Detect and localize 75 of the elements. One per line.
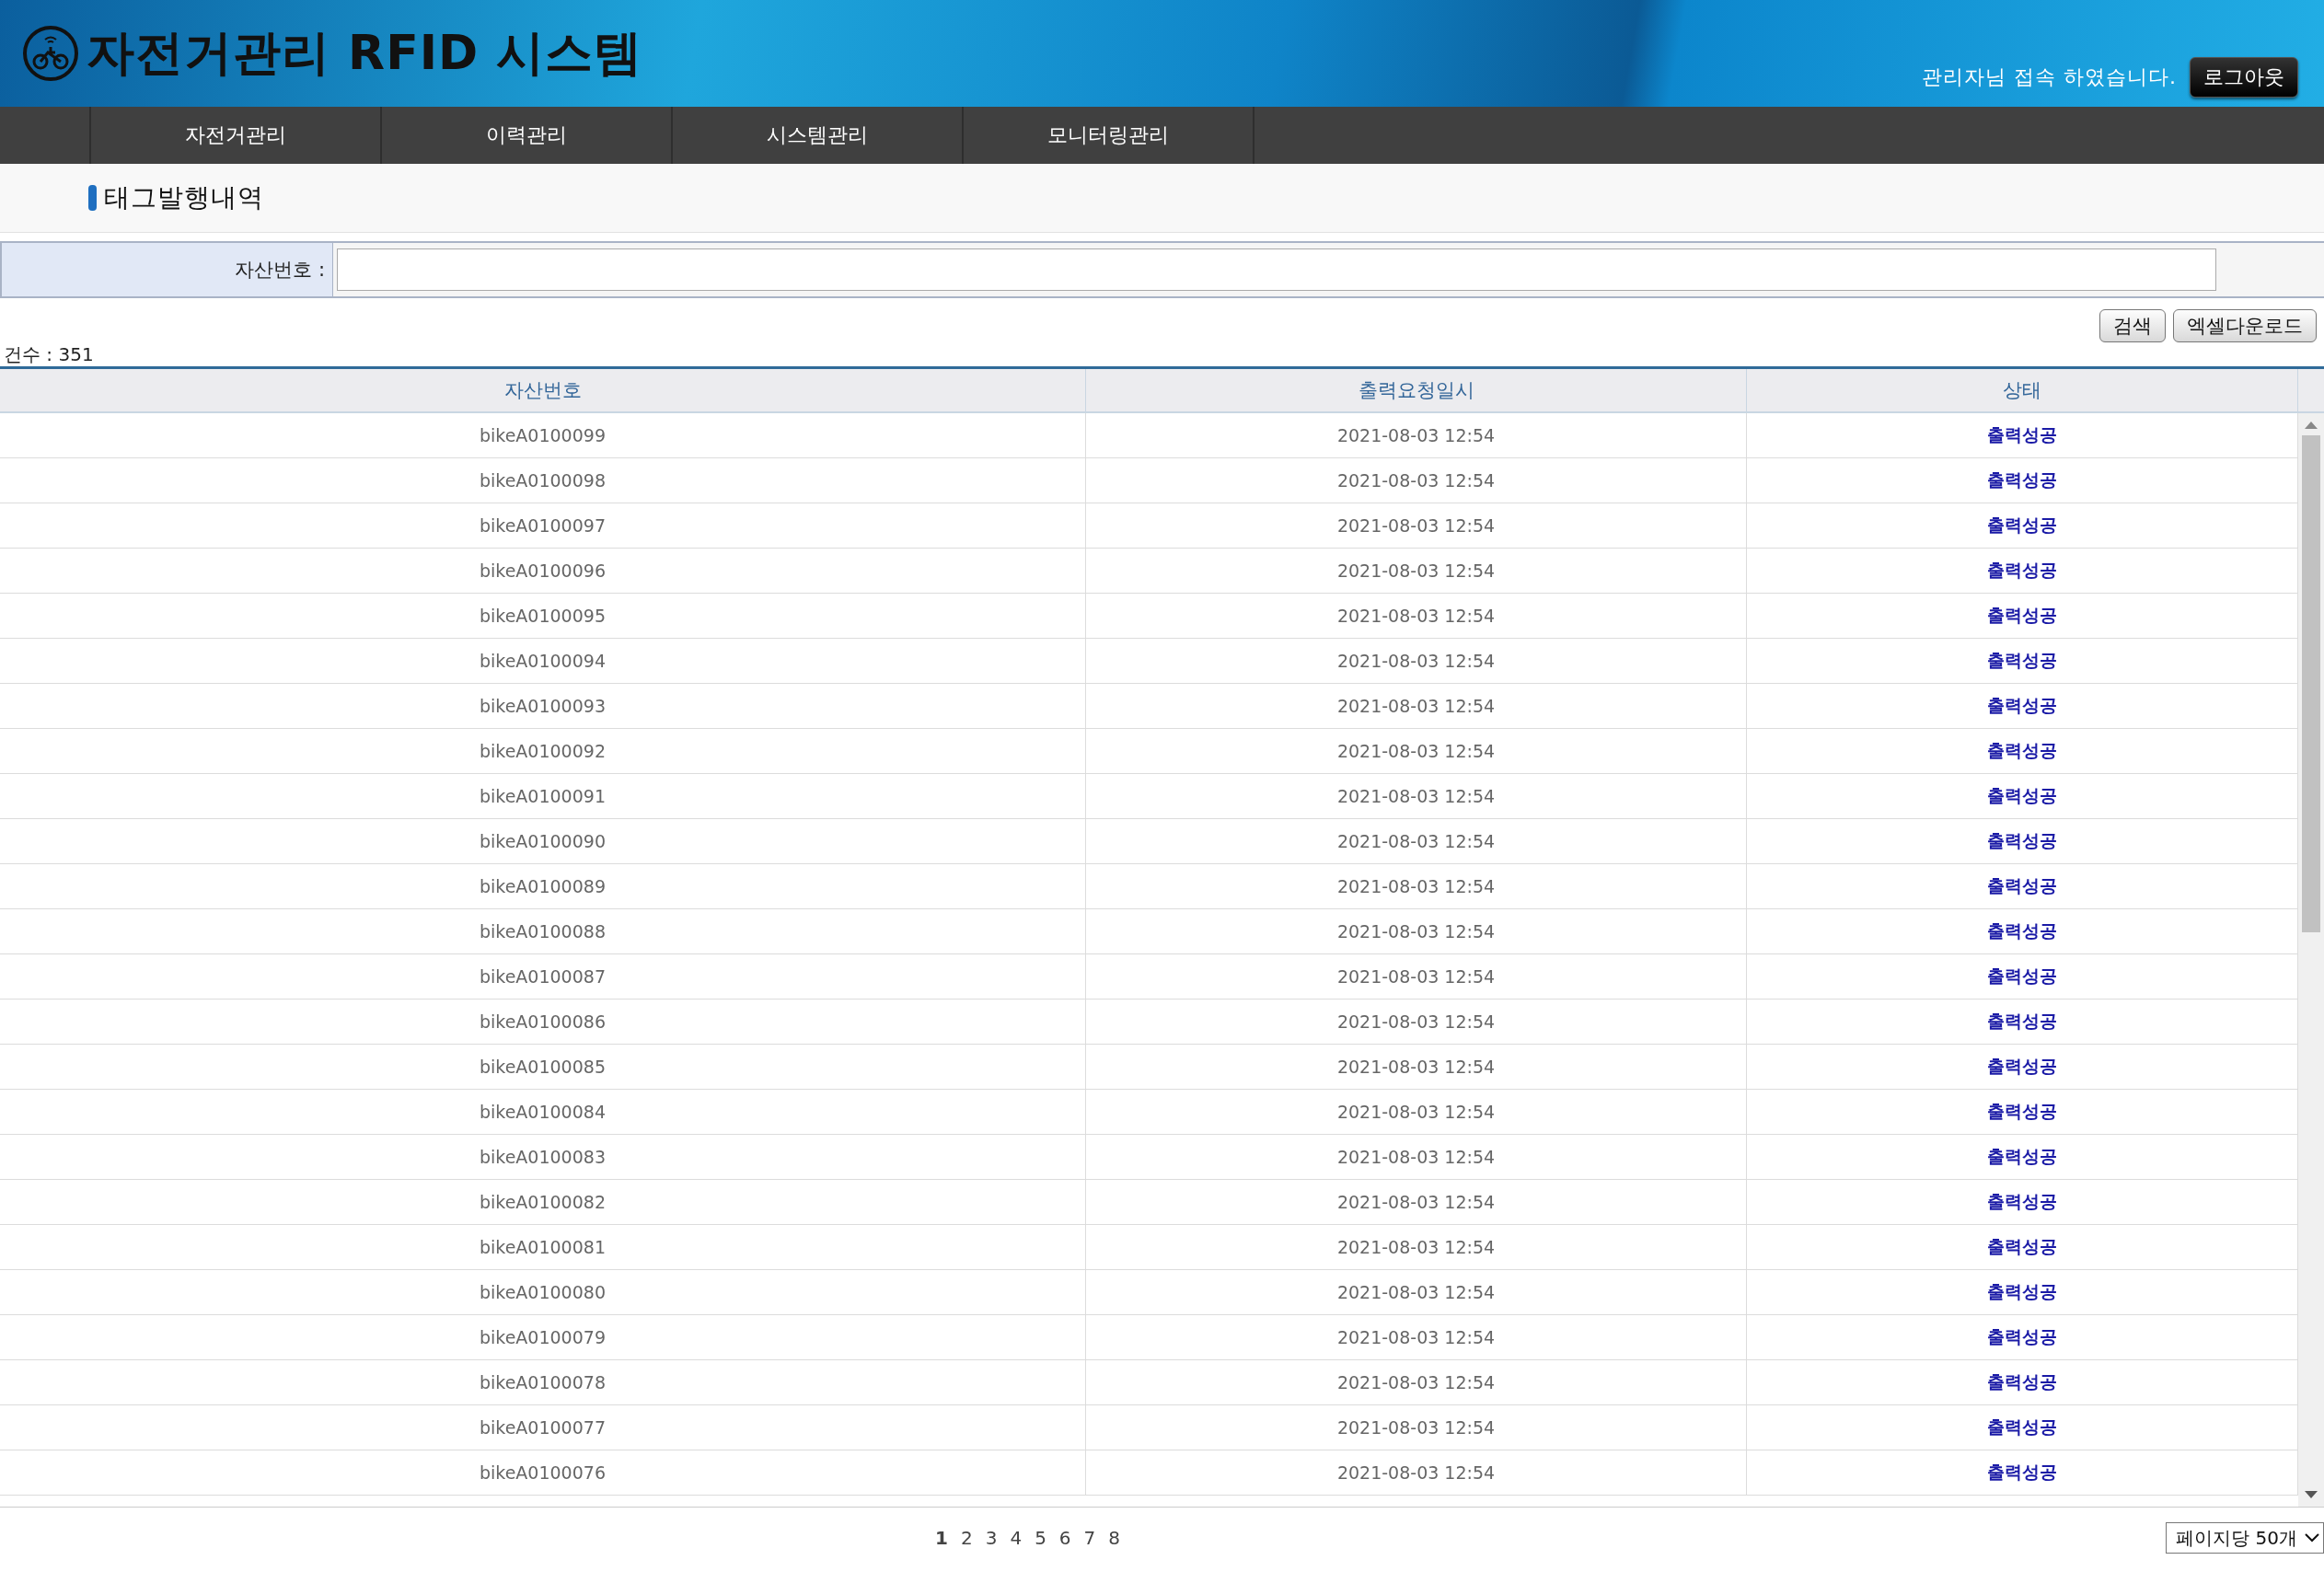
chevron-down-icon — [2305, 1533, 2319, 1543]
table-cell: bikeA0100077 — [0, 1405, 1086, 1450]
table-cell: bikeA0100089 — [0, 864, 1086, 908]
page-title: 태그발행내역 — [104, 181, 264, 214]
table-cell: 2021-08-03 12:54 — [1086, 774, 1747, 818]
table-cell: bikeA0100092 — [0, 729, 1086, 773]
table-cell: 2021-08-03 12:54 — [1086, 1045, 1747, 1089]
table-cell: bikeA0100080 — [0, 1270, 1086, 1314]
table-cell: 2021-08-03 12:54 — [1086, 729, 1747, 773]
page-link[interactable]: 3 — [985, 1527, 998, 1549]
table-cell: bikeA0100078 — [0, 1360, 1086, 1404]
page-link[interactable]: 8 — [1108, 1527, 1121, 1549]
page-size-select[interactable]: 페이지당 50개 — [2166, 1522, 2324, 1554]
table-cell: 2021-08-03 12:54 — [1086, 1360, 1747, 1404]
page-link[interactable]: 7 — [1083, 1527, 1096, 1549]
column-header: 자산번호 — [0, 369, 1086, 411]
table-cell: bikeA0100094 — [0, 639, 1086, 683]
search-field[interactable] — [337, 248, 2216, 291]
table-cell: bikeA0100082 — [0, 1180, 1086, 1224]
scrollbar[interactable] — [2298, 413, 2324, 1507]
table-cell: 2021-08-03 12:54 — [1086, 1315, 1747, 1359]
table-cell: 2021-08-03 12:54 — [1086, 819, 1747, 863]
table-cell: 2021-08-03 12:54 — [1086, 413, 1747, 457]
welcome-text: 관리자님 접속 하였습니다. — [1922, 64, 2177, 90]
total-count: 건수 : 351 — [4, 342, 95, 366]
table-cell: bikeA0100085 — [0, 1045, 1086, 1089]
table-cell: 2021-08-03 12:54 — [1086, 684, 1747, 728]
page-link[interactable]: 5 — [1035, 1527, 1046, 1549]
search-label: 자산번호 : — [2, 243, 333, 296]
table-cell: bikeA0100098 — [0, 458, 1086, 503]
logout-button[interactable]: 로그아웃 — [2190, 57, 2298, 98]
table-cell: 2021-08-03 12:54 — [1086, 458, 1747, 503]
table-cell: 2021-08-03 12:54 — [1086, 1450, 1747, 1495]
table-cell: bikeA0100095 — [0, 594, 1086, 638]
table-cell: bikeA0100079 — [0, 1315, 1086, 1359]
table-cell: bikeA0100093 — [0, 684, 1086, 728]
table-cell: 2021-08-03 12:54 — [1086, 1270, 1747, 1314]
table-cell: 2021-08-03 12:54 — [1086, 503, 1747, 548]
table-cell: 2021-08-03 12:54 — [1086, 594, 1747, 638]
page-link[interactable]: 6 — [1058, 1527, 1071, 1549]
table-cell: 2021-08-03 12:54 — [1086, 639, 1747, 683]
table-cell: 2021-08-03 12:54 — [1086, 864, 1747, 908]
table-cell: bikeA0100083 — [0, 1135, 1086, 1179]
column-header: 상태 — [1747, 369, 2298, 411]
table-cell: 2021-08-03 12:54 — [1086, 1090, 1747, 1134]
title-marker-icon — [88, 185, 97, 211]
excel-download-button[interactable]: 엑셀다운로드 — [2173, 309, 2317, 342]
table-cell: 2021-08-03 12:54 — [1086, 909, 1747, 953]
table-cell: 2021-08-03 12:54 — [1086, 954, 1747, 999]
table-cell: 2021-08-03 12:54 — [1086, 1405, 1747, 1450]
table-cell: bikeA0100076 — [0, 1450, 1086, 1495]
system-title: 자전거관리 RFID 시스템 — [87, 24, 643, 82]
table-cell: 2021-08-03 12:54 — [1086, 549, 1747, 593]
table-cell: 2021-08-03 12:54 — [1086, 1135, 1747, 1179]
table-cell: bikeA0100087 — [0, 954, 1086, 999]
table-cell: bikeA0100088 — [0, 909, 1086, 953]
table-cell: bikeA0100091 — [0, 774, 1086, 818]
table-cell: 2021-08-03 12:54 — [1086, 999, 1747, 1044]
table-cell: bikeA0100096 — [0, 549, 1086, 593]
scroll-down-icon[interactable] — [2305, 1490, 2318, 1499]
table-cell: 2021-08-03 12:54 — [1086, 1225, 1747, 1269]
scroll-up-icon[interactable] — [2305, 421, 2318, 430]
search-button[interactable]: 검색 — [2099, 309, 2166, 342]
table-cell: bikeA0100099 — [0, 413, 1086, 457]
page-link[interactable]: 4 — [1010, 1527, 1023, 1549]
table-cell: bikeA0100086 — [0, 999, 1086, 1044]
table-cell: bikeA0100081 — [0, 1225, 1086, 1269]
table-cell: bikeA0100090 — [0, 819, 1086, 863]
page-link[interactable]: 2 — [960, 1527, 973, 1549]
table-cell: bikeA0100084 — [0, 1090, 1086, 1134]
table-cell: 2021-08-03 12:54 — [1086, 1180, 1747, 1224]
table-cell: bikeA0100097 — [0, 503, 1086, 548]
bicycle-logo-icon — [22, 25, 79, 82]
column-header: 출력요청일시 — [1086, 369, 1747, 411]
page-link[interactable]: 1 — [935, 1527, 948, 1549]
